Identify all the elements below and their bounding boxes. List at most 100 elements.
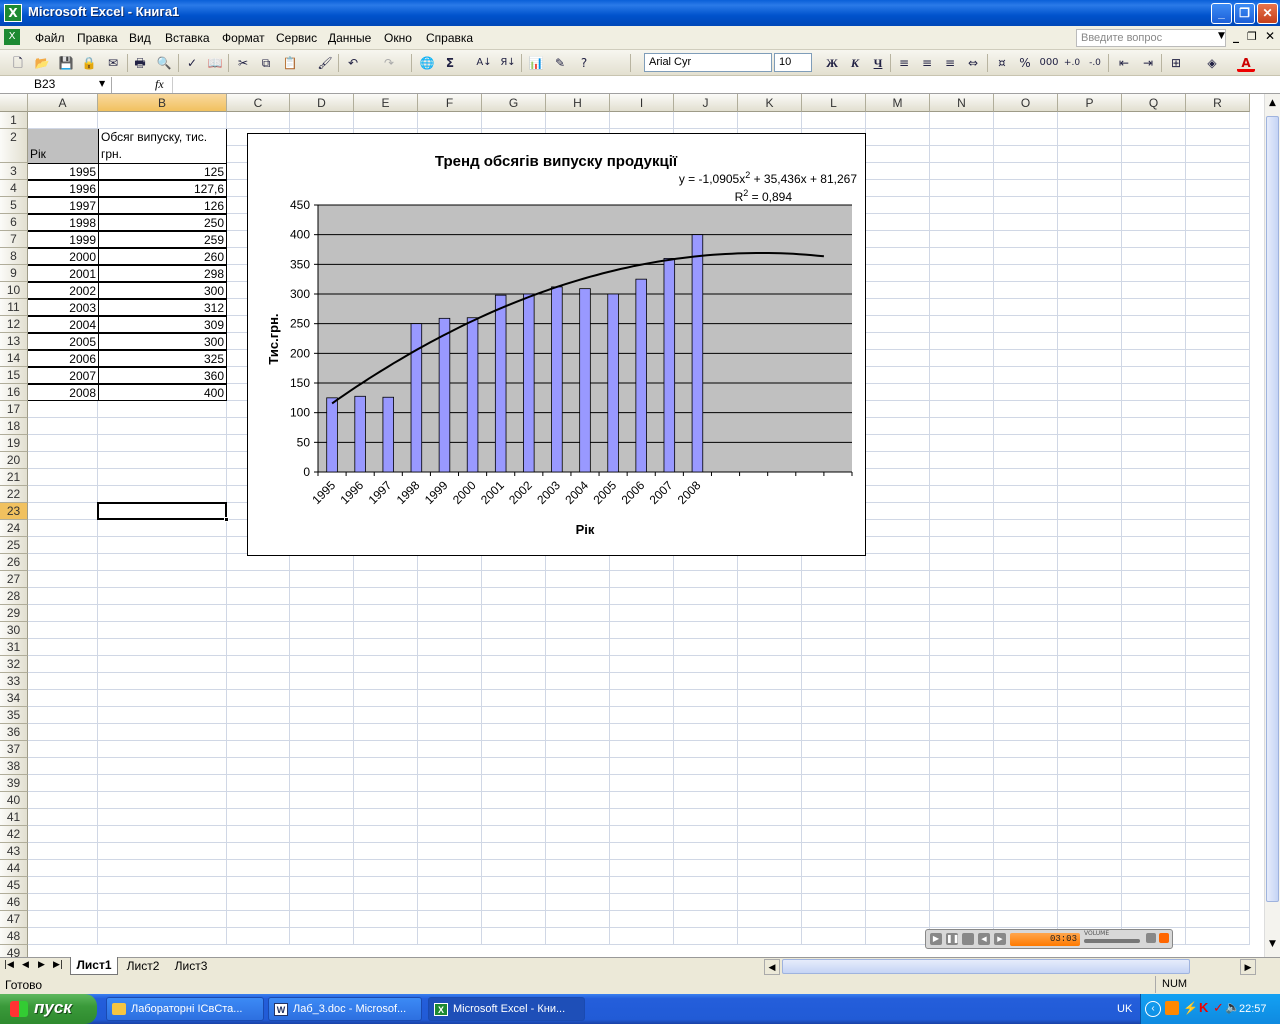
scroll-down-icon[interactable]: ▼ [1265,939,1280,955]
cell-volume[interactable]: 298 [98,265,227,282]
row-header-19[interactable]: 19 [0,435,28,452]
cell-volume[interactable]: 300 [98,282,227,299]
fx-icon[interactable]: fx [155,77,164,92]
menu-format[interactable]: Формат [222,31,265,45]
row-header-41[interactable]: 41 [0,809,28,826]
doc-restore-button[interactable]: ❐ [1247,30,1257,43]
row-header-21[interactable]: 21 [0,469,28,486]
cell-year[interactable]: 2007 [28,367,98,384]
active-cell[interactable] [97,502,227,520]
copy-icon[interactable]: ⧉ [257,54,275,72]
new-icon[interactable]: 🗋 [9,54,27,72]
align-left-icon[interactable]: ≡ [895,54,913,72]
underline-button[interactable]: Ч [869,54,887,72]
redo-icon[interactable]: ↷ [380,54,398,72]
row-header-12[interactable]: 12 [0,316,28,333]
bold-button[interactable]: Ж [823,54,841,72]
tray-expand-icon[interactable]: ‹ [1145,1001,1161,1017]
row-header-6[interactable]: 6 [0,214,28,231]
row-header-30[interactable]: 30 [0,622,28,639]
cell-year[interactable]: 2005 [28,333,98,350]
row-header-43[interactable]: 43 [0,843,28,860]
antivirus-icon[interactable]: K [1199,1000,1208,1015]
row-header-13[interactable]: 13 [0,333,28,350]
cell-year[interactable]: 2001 [28,265,98,282]
fill-handle[interactable] [224,517,229,522]
font-size-select[interactable]: 10 [774,53,812,72]
row-header-40[interactable]: 40 [0,792,28,809]
task-folder[interactable]: Лабораторні ІСвСта... [106,997,264,1021]
doc-minimize-button[interactable]: _ [1233,29,1239,43]
research-icon[interactable]: 📖 [206,54,224,72]
row-header-45[interactable]: 45 [0,877,28,894]
increase-indent-icon[interactable]: ⇥ [1139,54,1157,72]
tab-list3[interactable]: Лист3 [168,958,214,975]
formula-input[interactable] [172,77,1272,93]
volume-icon[interactable]: 🔈 [1225,1000,1240,1014]
row-header-39[interactable]: 39 [0,775,28,792]
header-cell-year[interactable]: Рік [28,146,98,163]
sort-desc-icon[interactable]: Я↓ [499,54,517,72]
row-header-37[interactable]: 37 [0,741,28,758]
row-header-11[interactable]: 11 [0,299,28,316]
first-sheet-icon[interactable]: |◀ [4,960,14,970]
hscroll-right-icon[interactable]: ▶ [1240,959,1256,975]
thousands-button[interactable]: 000 [1039,54,1059,72]
vertical-scrollbar[interactable]: ▲ ▼ [1264,94,1280,957]
column-header-q[interactable]: Q [1122,94,1186,112]
row-header-38[interactable]: 38 [0,758,28,775]
header-cell-volume[interactable]: Обсяг випуску, тис. грн. [98,129,227,163]
minimize-button[interactable]: _ [1211,3,1232,24]
help-search-input[interactable]: Введите вопрос [1076,29,1226,47]
borders-icon[interactable]: ⊞ [1167,54,1185,72]
column-header-e[interactable]: E [354,94,418,112]
last-sheet-icon[interactable]: ▶| [53,960,63,970]
row-header-8[interactable]: 8 [0,248,28,265]
column-header-c[interactable]: C [227,94,290,112]
row-header-14[interactable]: 14 [0,350,28,367]
row-header-49[interactable]: 49 [0,945,28,957]
percent-button[interactable]: % [1016,54,1034,72]
pause-icon[interactable]: ❚❚ [946,933,959,945]
cell-year[interactable]: 1999 [28,231,98,248]
currency-icon[interactable]: ¤ [993,54,1011,72]
player-tray-icon[interactable] [1165,1001,1179,1015]
spelling-icon[interactable]: ✓ [183,54,201,72]
doc-close-button[interactable]: ✕ [1265,29,1275,43]
menu-view[interactable]: Вид [129,31,151,45]
player-menu-icon[interactable] [1146,933,1156,943]
row-header-1[interactable]: 1 [0,112,28,129]
start-button[interactable]: пуск [0,994,97,1024]
column-header-l[interactable]: L [802,94,866,112]
name-box[interactable]: B23 [2,77,112,93]
paste-icon[interactable]: 📋 [281,54,299,72]
row-header-33[interactable]: 33 [0,673,28,690]
autosum-icon[interactable]: Σ [441,54,459,72]
cell-year[interactable]: 2000 [28,248,98,265]
font-name-select[interactable]: Arial Cyr [644,53,772,72]
row-header-3[interactable]: 3 [0,163,28,180]
horizontal-scroll-thumb[interactable] [782,959,1190,974]
cell-volume[interactable]: 125 [98,163,227,180]
tab-list1[interactable]: Лист1 [70,957,118,975]
decrease-indent-icon[interactable]: ⇤ [1115,54,1133,72]
cell-year[interactable]: 2002 [28,282,98,299]
cell-volume[interactable]: 400 [98,384,227,401]
column-header-a[interactable]: A [28,94,98,112]
row-header-27[interactable]: 27 [0,571,28,588]
row-header-34[interactable]: 34 [0,690,28,707]
cut-icon[interactable]: ✂ [234,54,252,72]
column-header-h[interactable]: H [546,94,610,112]
help-icon[interactable]: ? [575,54,593,72]
cell-volume[interactable]: 259 [98,231,227,248]
menu-insert[interactable]: Вставка [165,31,210,45]
row-header-24[interactable]: 24 [0,520,28,537]
cell-volume[interactable]: 360 [98,367,227,384]
cell-year[interactable]: 1997 [28,197,98,214]
task-word[interactable]: W Лаб_3.doc - Microsof... [268,997,422,1021]
stop-icon[interactable] [962,933,974,945]
cell-volume[interactable]: 312 [98,299,227,316]
cell-volume[interactable]: 325 [98,350,227,367]
row-header-29[interactable]: 29 [0,605,28,622]
row-header-31[interactable]: 31 [0,639,28,656]
